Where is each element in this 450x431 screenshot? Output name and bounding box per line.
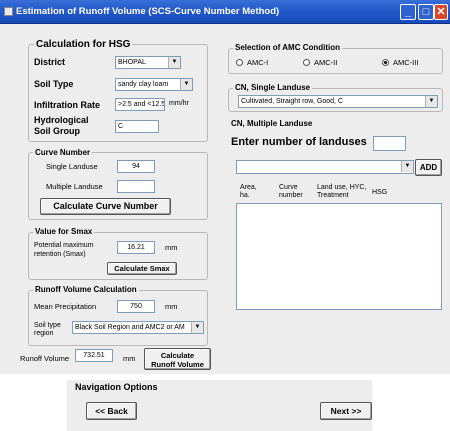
precipitation-unit: mm xyxy=(165,302,178,311)
single-landuse-field[interactable]: 94 xyxy=(117,160,155,173)
calculate-runoff-line1: Calculate xyxy=(160,351,195,360)
district-value: BHOPAL xyxy=(118,59,146,66)
runoff-calc-group xyxy=(28,290,208,346)
runoff-calc-heading: Runoff Volume Calculation xyxy=(33,285,139,294)
chevron-down-icon[interactable]: ▼ xyxy=(168,57,180,68)
enter-landuses-label: Enter number of landuses xyxy=(231,136,367,148)
infiltration-field[interactable]: >2.5 and <12.5 xyxy=(115,98,165,111)
runoff-volume-unit: mm xyxy=(123,354,136,363)
chevron-down-icon[interactable]: ▼ xyxy=(425,96,437,107)
back-button[interactable]: << Back xyxy=(86,402,137,420)
multiple-landuse-field[interactable] xyxy=(117,180,155,193)
amc-3-label[interactable]: AMC-III xyxy=(393,58,418,67)
infiltration-label: Infiltration Rate xyxy=(34,100,101,110)
soil-region-label-line2: region xyxy=(34,330,54,337)
runoff-volume-field[interactable]: 732.51 xyxy=(75,349,113,362)
column-curve-number: Curve number xyxy=(279,184,303,199)
chevron-down-icon[interactable]: ▼ xyxy=(180,79,192,90)
smax-unit: mm xyxy=(165,243,178,252)
amc-1-label[interactable]: AMC-I xyxy=(247,58,268,67)
soil-type-label: Soil Type xyxy=(34,79,74,89)
multiple-landuse-label: Multiple Landuse xyxy=(46,182,103,191)
soil-type-select[interactable]: sandy clay loam ▼ xyxy=(115,78,193,91)
multi-landuse-select[interactable]: ▼ xyxy=(236,160,414,174)
infiltration-unit: mm/hr xyxy=(169,100,189,107)
amc-3-radio[interactable] xyxy=(382,59,389,66)
precipitation-field[interactable]: 750 xyxy=(117,300,155,313)
soil-type-value: sandy clay loam xyxy=(118,81,169,88)
minimize-icon[interactable]: _ xyxy=(400,4,416,20)
hsg-label-line1: Hydrological xyxy=(34,115,89,125)
single-landuse-value: Cultivated, Straight row, Good, C xyxy=(241,98,343,105)
calculate-runoff-volume-button[interactable]: Calculate Runoff Volume xyxy=(144,348,211,370)
single-landuse-select[interactable]: Cultivated, Straight row, Good, C ▼ xyxy=(238,95,438,108)
amc-1-radio[interactable] xyxy=(236,59,243,66)
column-hsg: HSG xyxy=(372,189,388,196)
precipitation-label: Mean Precipitation xyxy=(34,302,97,311)
window-title: Estimation of Runoff Volume (SCS-Curve N… xyxy=(16,6,280,17)
hsg-field[interactable]: C xyxy=(115,120,159,133)
close-icon[interactable]: ✕ xyxy=(434,4,448,20)
add-button[interactable]: ADD xyxy=(415,159,442,176)
smax-heading: Value for Smax xyxy=(33,227,95,236)
hsg-heading: Calculation for HSG xyxy=(34,39,133,50)
smax-field[interactable]: 16.21 xyxy=(117,241,155,254)
calculate-smax-button[interactable]: Calculate Smax xyxy=(107,262,177,275)
single-landuse-label: Single Landuse xyxy=(46,162,98,171)
column-land-use: Land use, HYC, Treatment xyxy=(317,184,367,199)
amc-2-radio[interactable] xyxy=(303,59,310,66)
landuse-list[interactable] xyxy=(236,203,442,310)
navigation-heading: Navigation Options xyxy=(75,382,158,392)
curve-number-heading: Curve Number xyxy=(33,148,93,157)
district-label: District xyxy=(34,57,66,67)
amc-heading: Selection of AMC Condition xyxy=(233,43,343,52)
runoff-volume-label: Runoff Volume xyxy=(20,354,70,363)
single-landuse-heading: CN, Single Landuse xyxy=(233,83,313,92)
amc-2-label[interactable]: AMC-II xyxy=(314,58,337,67)
calculate-runoff-line2: Runoff Volume xyxy=(151,360,204,369)
soil-region-select[interactable]: Black Soil Region and AMC2 or AM ▼ xyxy=(72,321,204,334)
landuse-count-field[interactable] xyxy=(373,136,406,151)
smax-label-line1: Potential maximum xyxy=(34,242,94,249)
column-area: Area, ha. xyxy=(240,184,257,199)
chevron-down-icon[interactable]: ▼ xyxy=(401,161,413,172)
smax-label-line2: retention (Smax) xyxy=(34,251,86,258)
chevron-down-icon[interactable]: ▼ xyxy=(191,322,203,333)
soil-region-label-line1: Soil type xyxy=(34,322,61,329)
next-button[interactable]: Next >> xyxy=(320,402,372,420)
calculate-curve-number-button[interactable]: Calculate Curve Number xyxy=(40,198,171,215)
maximize-icon[interactable]: □ xyxy=(418,4,434,20)
district-select[interactable]: BHOPAL ▼ xyxy=(115,56,181,69)
soil-region-value: Black Soil Region and AMC2 or AM xyxy=(75,324,185,331)
window-icon xyxy=(4,7,13,16)
hsg-label-line2: Soil Group xyxy=(34,126,80,136)
multi-landuse-heading: CN, Multiple Landuse xyxy=(229,119,315,128)
